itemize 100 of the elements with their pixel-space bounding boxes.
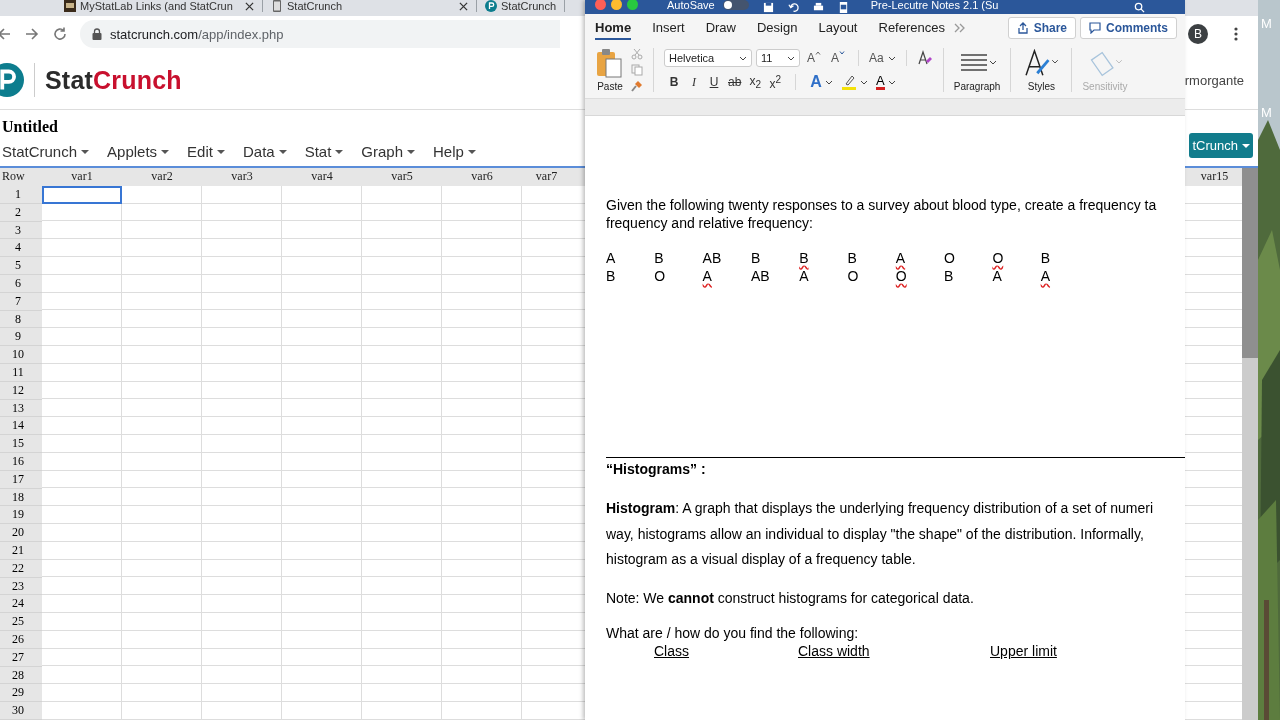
column-header[interactable]: var4 — [282, 168, 362, 187]
font-size-button[interactable]: A — [828, 51, 849, 65]
note-text: Note: We cannot construct histograms for categorical data. — [606, 588, 975, 607]
row-number: 9 — [0, 328, 42, 347]
print-icon[interactable] — [812, 1, 824, 13]
row-number: 25 — [0, 613, 42, 631]
scrollbar[interactable] — [1242, 168, 1258, 720]
ribbon-tab[interactable]: Design — [757, 16, 798, 40]
response-value: O — [847, 267, 859, 285]
ribbon-group-button[interactable]: Paragraph — [953, 48, 1001, 92]
caret-icon — [407, 149, 416, 154]
row-number: 20 — [0, 524, 42, 543]
response-value: O — [944, 249, 955, 267]
brush-icon[interactable] — [631, 80, 643, 92]
format-button[interactable]: x$_{2}$ — [749, 73, 762, 91]
caret-icon — [335, 149, 344, 154]
ribbon-tab[interactable]: Draw — [705, 16, 736, 40]
menu-item[interactable]: Edit — [187, 143, 225, 161]
row-number: 1 — [0, 186, 42, 204]
zoom-icon[interactable] — [627, 0, 638, 10]
change-case-button[interactable]: Aa — [869, 51, 896, 65]
ribbon-group-button[interactable]: Styles — [1021, 48, 1062, 92]
row-number: 14 — [0, 417, 42, 436]
browser-tab[interactable]: MyStatLab Links (and StatCrun — [56, 0, 263, 12]
menu-item[interactable]: Data — [242, 143, 287, 161]
close-icon[interactable] — [459, 1, 468, 11]
term-label: Upper limit — [990, 641, 1057, 660]
logo-icon — [485, 0, 497, 12]
share-icon — [1016, 22, 1029, 34]
address-bar[interactable]: statcrunch.com/app/index.php — [80, 20, 560, 48]
menu-item[interactable]: Graph — [361, 143, 416, 161]
font-dropdown[interactable]: Helvetica — [664, 49, 752, 67]
menu-item[interactable]: Applets — [107, 143, 170, 161]
term-label: Class width — [798, 641, 870, 660]
format-button[interactable]: x$^{2}$ — [769, 73, 782, 91]
forward-icon[interactable] — [24, 26, 40, 42]
column-header[interactable]: var1 — [42, 168, 122, 187]
save-icon[interactable] — [762, 1, 774, 13]
clock-text: M — [1261, 106, 1272, 120]
definition-paragraph: Histogram: A graph that displays the underlying frequency distribution of a set of numeri way, histograms allow an individual to display "the shape" of the distribution. Informally, histogram as a visual display of a frequency table. — [606, 499, 1155, 570]
column-header: Row — [0, 168, 42, 187]
format-button[interactable]: ab — [728, 75, 742, 89]
column-header[interactable]: var5 — [362, 168, 442, 187]
column-header[interactable]: var2 — [122, 168, 202, 187]
username: rmorgante — [1184, 72, 1244, 88]
response-value: AB — [702, 249, 722, 267]
color-button[interactable] — [840, 74, 868, 90]
share-button[interactable]: Share — [1007, 17, 1076, 39]
row-number: 5 — [0, 257, 42, 276]
text-effects-glyph: A — [810, 73, 822, 91]
row-number: 10 — [0, 346, 42, 365]
color-button[interactable]: A — [875, 74, 896, 90]
clipboard-icon — [595, 48, 625, 78]
menu-item[interactable]: StatCrunch — [2, 143, 90, 161]
reload-icon[interactable] — [52, 26, 68, 42]
row-number: 15 — [0, 435, 42, 454]
column-header[interactable]: var7 — [522, 168, 585, 187]
column-header[interactable]: var6 — [442, 168, 522, 187]
browser-tab[interactable]: StatCrunch — [477, 0, 566, 12]
caret-icon — [787, 55, 795, 61]
ribbon-tab[interactable]: Layout — [818, 16, 858, 40]
size-dropdown[interactable]: 11 — [756, 49, 800, 67]
back-icon[interactable] — [0, 26, 12, 42]
comment-icon — [1089, 22, 1101, 34]
caret-icon — [739, 55, 747, 61]
paste-button[interactable]: Paste — [595, 48, 625, 92]
browser-tab[interactable]: StatCrunch — [263, 0, 477, 12]
caret-icon — [216, 149, 225, 154]
menu-item[interactable]: Stat — [304, 143, 344, 161]
selected-cell[interactable] — [42, 186, 122, 204]
ribbon-tab[interactable]: References — [878, 16, 945, 40]
ribbon-tab[interactable]: Home — [595, 16, 632, 40]
column-header[interactable]: var15 — [1185, 168, 1242, 187]
search-icon[interactable] — [1134, 1, 1145, 13]
column-header[interactable]: var3 — [202, 168, 282, 187]
row-number: 26 — [0, 631, 42, 649]
format-button[interactable]: B — [668, 75, 680, 89]
lock-icon — [92, 28, 102, 40]
row-number: 24 — [0, 595, 42, 614]
minimize-icon[interactable] — [611, 0, 622, 10]
ribbon-tab[interactable]: Insert — [652, 16, 685, 40]
response-value: A — [1040, 267, 1050, 285]
response-value: A — [702, 267, 712, 285]
clear-format-icon[interactable] — [916, 50, 933, 66]
menu-item[interactable]: Help — [433, 143, 476, 161]
format-button[interactable]: I — [688, 74, 700, 90]
autosave-toggle[interactable] — [722, 0, 749, 10]
account-button[interactable]: tCrunch — [1189, 133, 1253, 159]
format-button[interactable]: U — [708, 75, 720, 89]
undo-icon[interactable] — [787, 1, 799, 13]
menu-icon[interactable] — [1234, 26, 1238, 42]
more-icon[interactable] — [954, 23, 966, 33]
color-button[interactable]: A — [810, 73, 833, 91]
close-icon[interactable] — [245, 1, 254, 11]
row-number: 29 — [0, 684, 42, 703]
comments-button[interactable]: Comments — [1080, 17, 1177, 39]
window-title: Pre-Lecutre Notes 2.1 (Su — [870, 0, 999, 11]
account-avatar[interactable]: B — [1188, 24, 1208, 44]
row-number: 6 — [0, 275, 42, 293]
font-size-button[interactable]: A — [804, 51, 824, 65]
